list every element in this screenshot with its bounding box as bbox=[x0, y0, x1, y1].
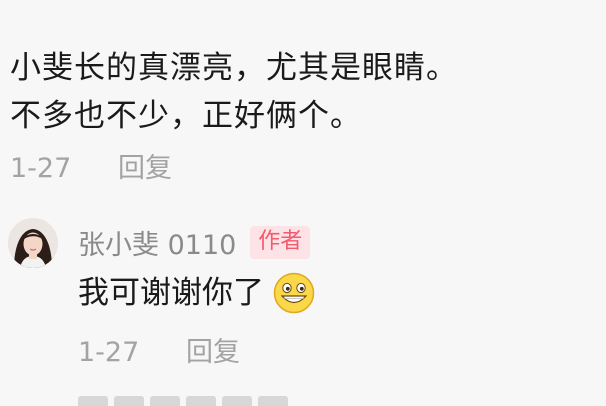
reply-body: 我可谢谢你了 bbox=[78, 270, 316, 316]
comment-date: 1-27 bbox=[10, 153, 72, 184]
reply-date: 1-27 bbox=[78, 337, 140, 368]
author-badge: 作者 bbox=[250, 225, 311, 259]
comment-line: 不多也不少，正好俩个。 bbox=[10, 98, 362, 134]
reply-reply-button[interactable]: 回复 bbox=[186, 336, 240, 370]
reply-text: 我可谢谢你了 bbox=[78, 275, 264, 311]
comment-reply-button[interactable]: 回复 bbox=[118, 152, 172, 186]
comment-body: 小斐长的真漂亮，尤其是眼睛。 不多也不少，正好俩个。 bbox=[10, 44, 600, 140]
comment-line: 小斐长的真漂亮，尤其是眼睛。 bbox=[10, 50, 458, 86]
next-comment-partial bbox=[78, 396, 338, 406]
comment-thread: 小斐长的真漂亮，尤其是眼睛。 不多也不少，正好俩个。 1-27 回复 张小斐 0… bbox=[0, 0, 606, 406]
avatar[interactable] bbox=[8, 218, 58, 268]
reply-username[interactable]: 张小斐 0110 bbox=[78, 223, 236, 262]
avatar-image bbox=[8, 218, 58, 268]
reply-header: 张小斐 0110 作者 bbox=[78, 222, 311, 262]
grinning-face-icon bbox=[272, 271, 316, 315]
